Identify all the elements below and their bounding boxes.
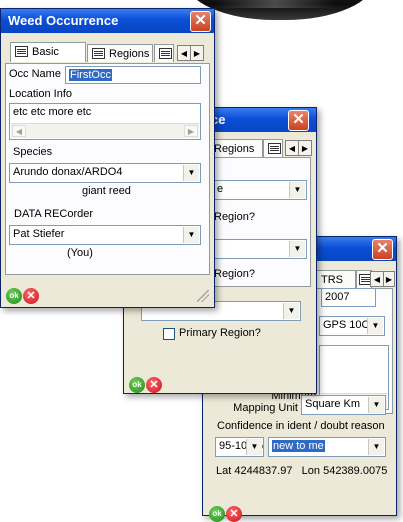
recorder-label: DATA RECorder: [14, 208, 94, 220]
tab-trs[interactable]: TRS: [316, 270, 356, 288]
table-icon: [159, 47, 172, 59]
occ-name-label: Occ Name: [9, 68, 61, 80]
year-field[interactable]: 2007: [321, 288, 376, 307]
scroll-right-icon[interactable]: ▶: [184, 125, 198, 137]
tab-scroll-left-icon[interactable]: ◀: [370, 271, 384, 287]
table-icon: [92, 47, 105, 59]
chevron-down-icon[interactable]: ▼: [183, 227, 199, 243]
window-1-titlebar[interactable]: Weed Occurrence ✕: [1, 9, 214, 33]
species-label: Species: [13, 146, 53, 158]
tab-regions-2[interactable]: Regions: [209, 139, 263, 157]
tab-regions[interactable]: Regions: [87, 44, 153, 62]
confidence-dropdown[interactable]: 95-100% ▼: [215, 437, 264, 457]
species-common-name: giant reed: [82, 185, 131, 197]
resize-grip-icon[interactable]: [197, 290, 209, 302]
tab-scroll-left-icon[interactable]: ◀: [285, 140, 299, 156]
tab-next[interactable]: [154, 44, 174, 62]
species-dropdown[interactable]: Arundo donax/ARDO4 ▼: [9, 163, 201, 183]
chevron-down-icon[interactable]: ▼: [367, 318, 383, 334]
coords-readout: Lat 4244837.97 Lon 542389.0075: [216, 465, 388, 477]
chevron-down-icon[interactable]: ▼: [289, 182, 305, 198]
region-dropdown-1[interactable]: e ▼: [213, 180, 307, 200]
doubt-dropdown[interactable]: new to me ▼: [268, 437, 386, 457]
tab-regions-label: Regions: [214, 143, 255, 155]
ok-button[interactable]: ok: [129, 377, 145, 393]
location-hscroll[interactable]: ◀ ▶: [11, 123, 199, 138]
cancel-button[interactable]: ✕: [146, 377, 162, 393]
primary-region-checkbox[interactable]: [163, 328, 175, 340]
tab-scroll-right-icon[interactable]: ▶: [190, 45, 204, 61]
close-icon[interactable]: ✕: [372, 239, 393, 260]
chevron-down-icon[interactable]: ▼: [183, 165, 199, 181]
scroll-left-icon[interactable]: ◀: [12, 125, 26, 137]
tab-scroll-left-icon[interactable]: ◀: [177, 45, 191, 61]
tab-basic[interactable]: Basic: [10, 42, 86, 62]
recorder-note: (You): [67, 247, 93, 259]
close-icon[interactable]: ✕: [190, 11, 211, 32]
cancel-button[interactable]: ✕: [23, 288, 39, 304]
chevron-down-icon[interactable]: ▼: [368, 439, 384, 455]
region-dropdown-2[interactable]: ▼: [213, 239, 307, 259]
tab-trs-label: TRS: [321, 274, 343, 286]
table-icon: [268, 142, 281, 154]
tab-next-2[interactable]: [263, 139, 283, 157]
ok-button[interactable]: ok: [6, 288, 22, 304]
tab-scroll-right-icon[interactable]: ▶: [298, 140, 312, 156]
chevron-down-icon[interactable]: ▼: [246, 439, 262, 455]
close-icon[interactable]: ✕: [288, 110, 309, 131]
min-mapping-unit-label-2: Mapping Unit: [233, 402, 298, 414]
window-1-title: Weed Occurrence: [8, 13, 119, 28]
ok-button[interactable]: ok: [209, 506, 225, 522]
confidence-label: Confidence in ident / doubt reason: [217, 420, 385, 432]
window-1-content: Basic Regions ◀ ▶ Occ Name FirstOcc Loca…: [4, 36, 211, 304]
location-info-field[interactable]: etc etc more etc ◀ ▶: [9, 103, 201, 140]
location-info-text: etc etc more etc: [13, 106, 92, 118]
primary-region-label: Primary Region?: [179, 327, 261, 339]
cancel-button[interactable]: ✕: [226, 506, 242, 522]
location-info-label: Location Info: [9, 88, 72, 100]
window-1: Weed Occurrence ✕ Basic Regions ◀ ▶ Occ …: [0, 8, 215, 308]
chevron-down-icon[interactable]: ▼: [368, 397, 384, 413]
occ-name-field[interactable]: FirstOcc: [65, 66, 201, 84]
recorder-dropdown[interactable]: Pat Stiefer ▼: [9, 225, 201, 245]
region-question-1: Region?: [214, 211, 255, 223]
device-highlight: [215, 0, 335, 8]
chevron-down-icon[interactable]: ▼: [289, 241, 305, 257]
table-icon: [15, 45, 28, 57]
region-question-2: Region?: [214, 268, 255, 280]
gps-dropdown[interactable]: GPS 10C ▼: [319, 316, 385, 336]
chevron-down-icon[interactable]: ▼: [283, 303, 299, 319]
mapping-unit-dropdown[interactable]: Square Km ▼: [301, 395, 386, 415]
tab-scroll-right-icon[interactable]: ▶: [383, 271, 395, 287]
